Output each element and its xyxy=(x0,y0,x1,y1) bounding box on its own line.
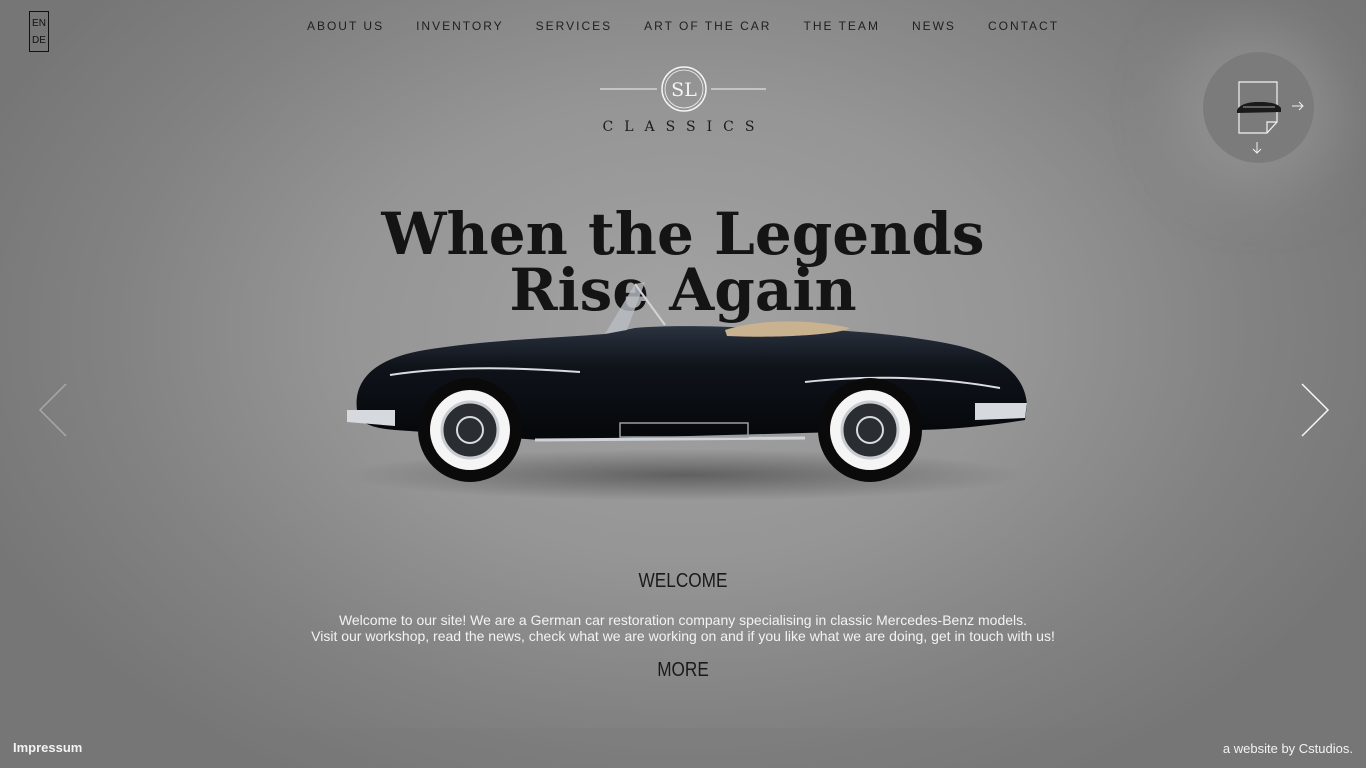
slider-prev-chevron-left-icon[interactable] xyxy=(36,380,70,440)
welcome-text-line-2: Visit our workshop, read the news, check… xyxy=(311,628,1055,644)
nav-item-the-team[interactable]: THE TEAM xyxy=(803,19,879,33)
logo-wordmark: CLASSICS xyxy=(603,119,766,135)
nav-item-contact[interactable]: CONTACT xyxy=(988,19,1059,33)
footer-bar xyxy=(0,728,1366,768)
hero-title-line-1: When the Legends xyxy=(381,200,985,268)
logo[interactable]: SL CLASSICS xyxy=(599,64,769,136)
nav-item-art-of-the-car[interactable]: ART OF THE CAR xyxy=(644,19,771,33)
welcome-text-line-1: Welcome to our site! We are a German car… xyxy=(338,612,1028,628)
welcome-heading: WELCOME xyxy=(638,570,728,592)
nav-item-inventory[interactable]: INVENTORY xyxy=(416,19,504,33)
inventory-quick-link-badge[interactable] xyxy=(1203,52,1314,163)
credit-suffix: . xyxy=(1349,741,1353,756)
cstudios-link[interactable]: Cstudios xyxy=(1299,741,1350,756)
main-navigation: ABOUT US INVENTORY SERVICES ART OF THE C… xyxy=(0,19,1366,33)
arrow-right-icon xyxy=(1292,101,1304,111)
hero-car-image xyxy=(345,282,1027,501)
nav-item-about-us[interactable]: ABOUT US xyxy=(307,19,384,33)
credit-prefix: a website by xyxy=(1222,741,1299,756)
welcome-text: Welcome to our site! We are a German car… xyxy=(0,612,1366,644)
arrow-down-icon xyxy=(1252,142,1262,154)
footer-credit: a website by Cstudios. xyxy=(1223,741,1353,756)
nav-item-news[interactable]: NEWS xyxy=(912,19,956,33)
language-option-de[interactable]: DE xyxy=(32,32,46,49)
more-link[interactable]: MORE xyxy=(96,659,1271,682)
logo-monogram: SL xyxy=(671,79,697,101)
impressum-link[interactable]: Impressum xyxy=(13,740,82,755)
nav-item-services[interactable]: SERVICES xyxy=(536,19,612,33)
slider-next-chevron-right-icon[interactable] xyxy=(1298,380,1332,440)
